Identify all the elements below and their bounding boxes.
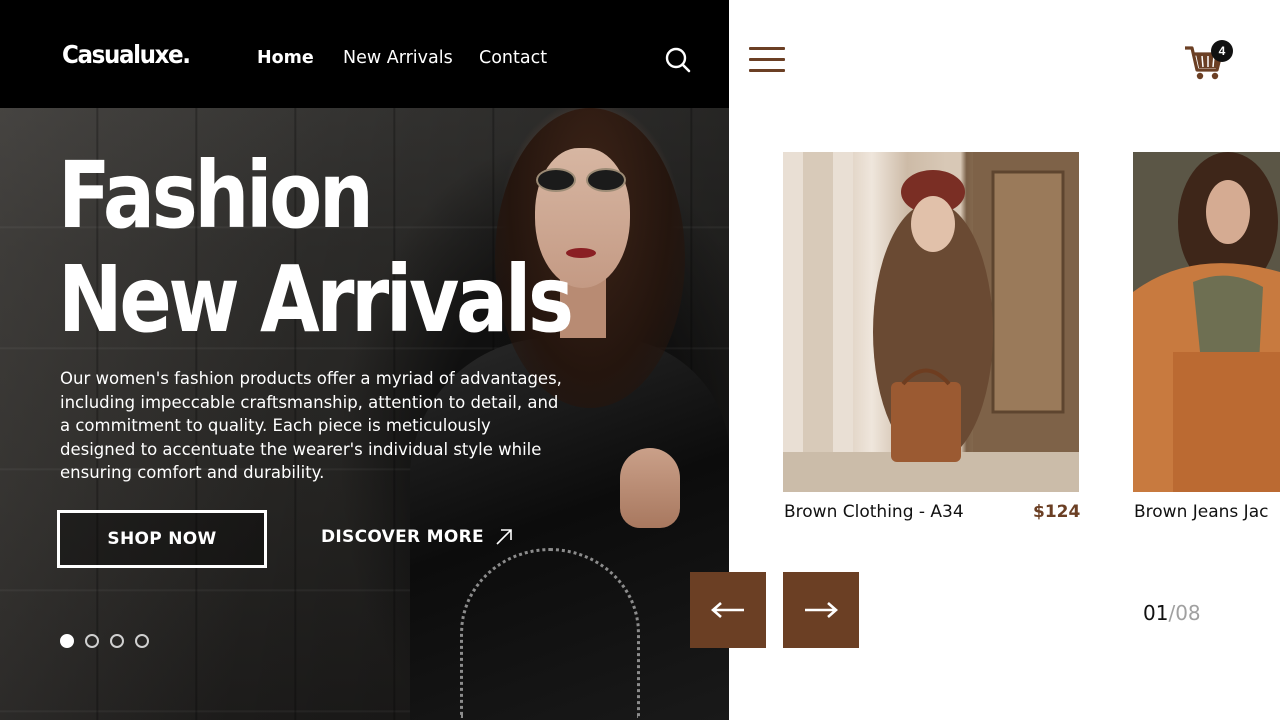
product-name: Brown Clothing - A34	[784, 502, 964, 522]
pagination-total: /08	[1168, 601, 1201, 625]
discover-more-link[interactable]: DISCOVER MORE	[321, 527, 514, 547]
pagination-current: 01	[1143, 601, 1169, 625]
previous-button[interactable]	[690, 572, 766, 648]
product-price: $124	[1033, 502, 1081, 522]
product-image	[783, 152, 1079, 492]
hero-title-line2: New Arrivals	[58, 246, 574, 353]
hamburger-menu-icon	[749, 47, 785, 50]
slide-indicators	[60, 634, 149, 648]
hero-title: Fashion New Arrivals	[58, 142, 574, 353]
nav-item-new-arrivals[interactable]: New Arrivals	[343, 48, 483, 68]
slide-dot[interactable]	[85, 634, 99, 648]
cart-count-badge: 4	[1211, 40, 1233, 62]
hamburger-menu-button[interactable]	[749, 47, 785, 73]
top-navigation-bar: Casualuxe. Home New Arrivals Contact	[0, 0, 729, 108]
hero-banner: Fashion New Arrivals Our women's fashion…	[0, 0, 729, 720]
search-icon	[665, 47, 691, 73]
hero-description: Our women's fashion products offer a myr…	[60, 369, 562, 483]
hero-title-line1: Fashion	[58, 142, 374, 249]
next-button[interactable]	[783, 572, 859, 648]
product-image	[1133, 152, 1280, 492]
arrow-left-icon	[711, 602, 744, 618]
brand-logo[interactable]: Casualuxe.	[62, 40, 191, 69]
slide-dot[interactable]	[110, 634, 124, 648]
slide-dot[interactable]	[60, 634, 74, 648]
pagination-counter: 01/08	[1143, 601, 1201, 625]
slide-dot[interactable]	[135, 634, 149, 648]
arrow-right-icon	[805, 602, 838, 618]
discover-more-label: DISCOVER MORE	[321, 527, 484, 547]
nav-item-contact[interactable]: Contact	[479, 48, 569, 68]
nav-item-home[interactable]: Home	[257, 48, 314, 68]
shop-now-button[interactable]: SHOP NOW	[57, 510, 267, 568]
arrow-up-right-icon	[496, 529, 512, 545]
product-name: Brown Jeans Jac	[1134, 502, 1269, 522]
search-button[interactable]	[664, 46, 692, 74]
